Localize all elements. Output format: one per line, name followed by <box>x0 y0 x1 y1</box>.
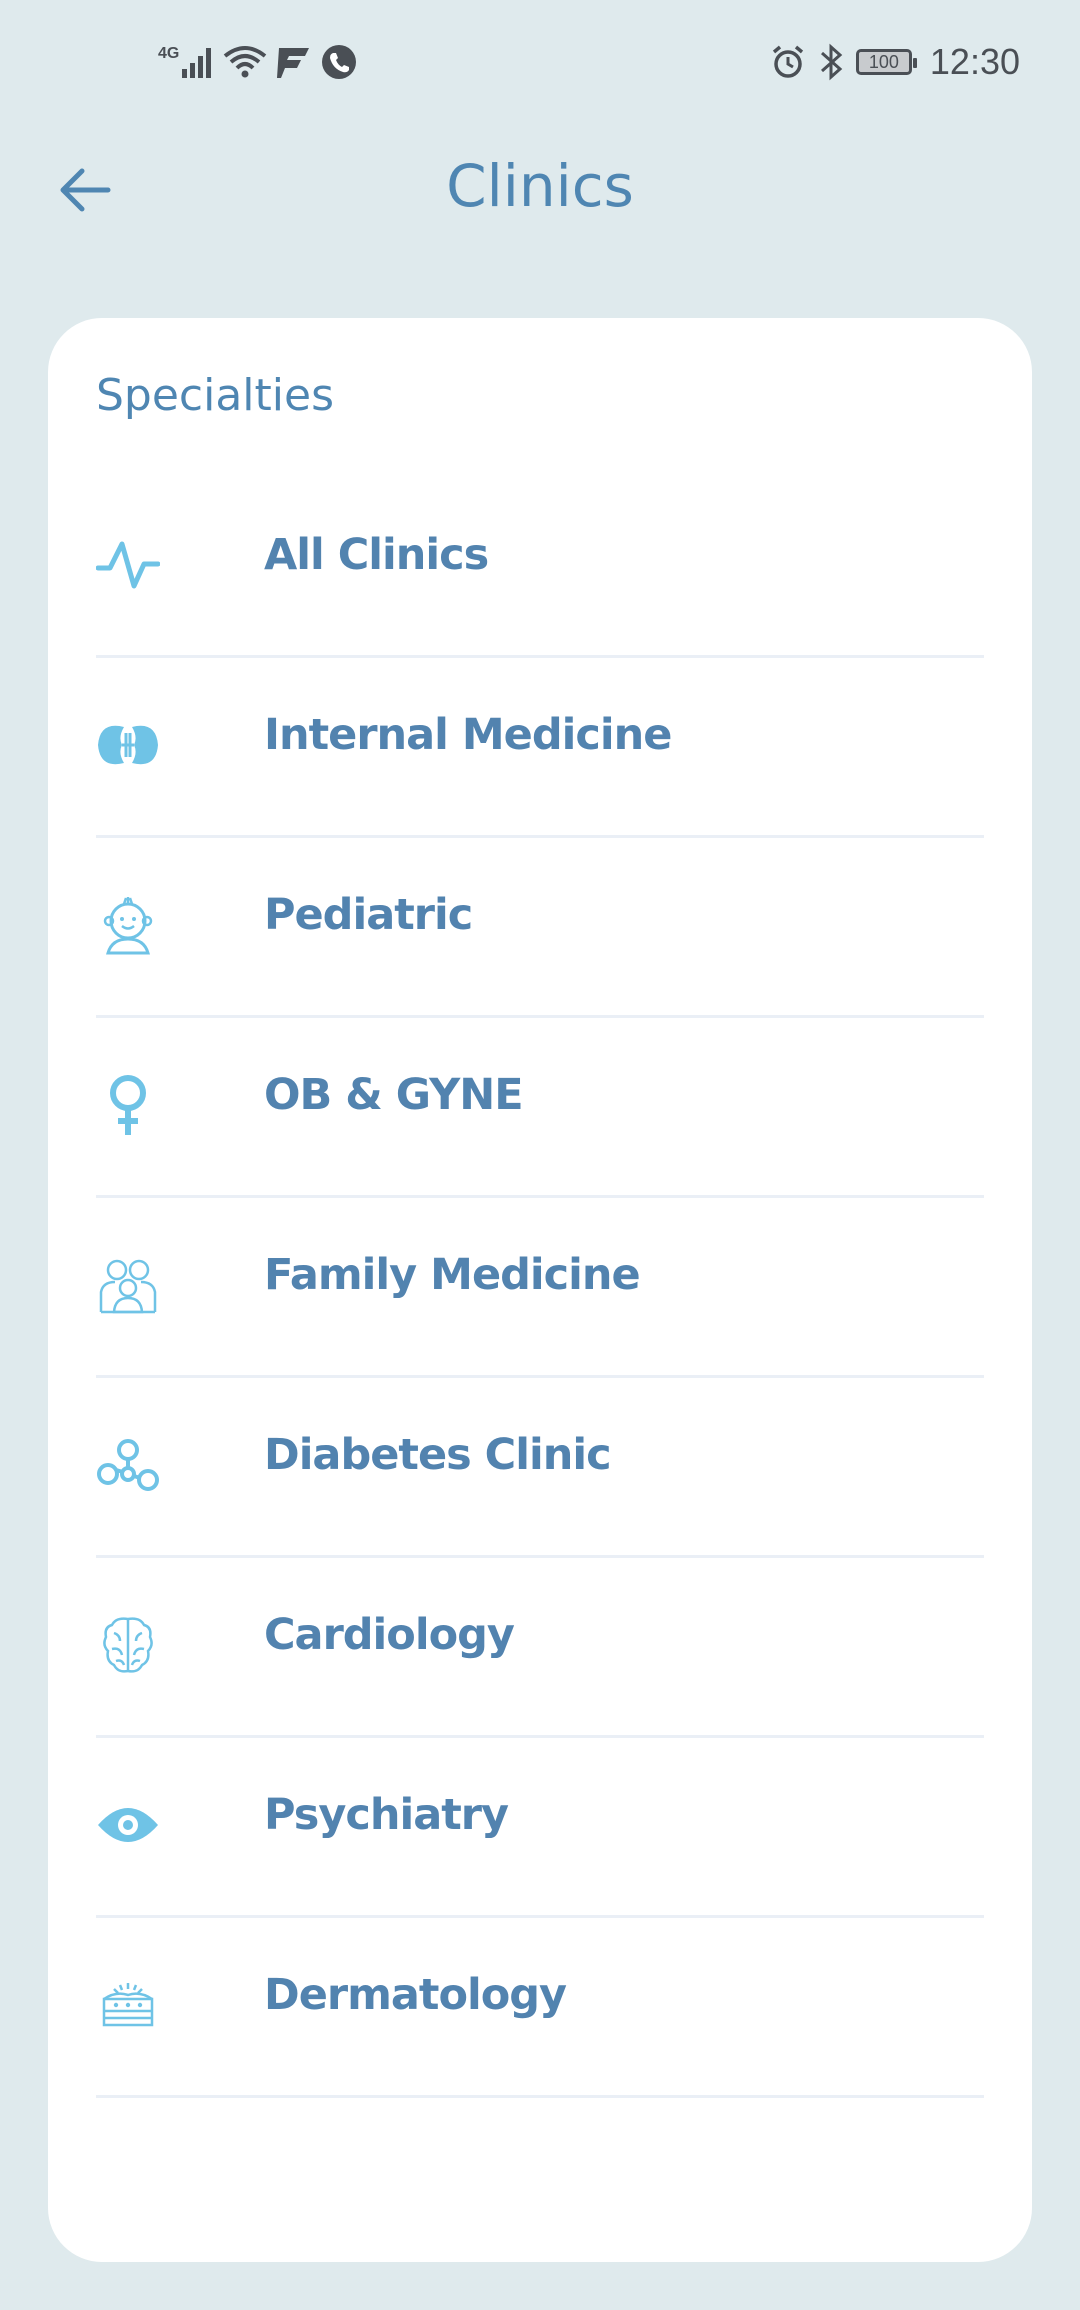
status-bar: 4G 100 12:30 <box>0 0 1080 120</box>
specialties-card: Specialties All Clinics Internal Medicin… <box>48 318 1032 2262</box>
app-bar: Clinics <box>0 130 1080 250</box>
bluetooth-icon <box>820 43 843 81</box>
wifi-icon <box>224 46 267 78</box>
list-item-all-clinics[interactable]: All Clinics <box>96 478 984 658</box>
list-item-label: Family Medicine <box>264 1250 641 1300</box>
list-item-label: All Clinics <box>264 530 489 580</box>
battery-icon: 100 <box>855 49 917 75</box>
molecule-icon <box>96 1433 160 1497</box>
skin-layers-icon <box>96 1973 160 2037</box>
clinics-screen: 4G 100 12:30 Clinics Specialties All Cli… <box>0 0 1080 2310</box>
status-right-icons: 100 12:30 <box>770 40 1020 84</box>
status-left-icons: 4G <box>158 40 357 84</box>
list-item-label: Dermatology <box>264 1970 567 2020</box>
flash-app-icon <box>277 48 310 78</box>
list-item-label: Diabetes Clinic <box>264 1430 612 1480</box>
network-type-label: 4G <box>158 45 180 62</box>
list-item-dermatology[interactable]: Dermatology <box>96 1918 984 2098</box>
kidneys-icon <box>96 713 160 777</box>
list-item-family-medicine[interactable]: Family Medicine <box>96 1198 984 1378</box>
activity-pulse-icon <box>96 533 160 597</box>
list-item-label: Internal Medicine <box>264 710 672 760</box>
list-item-ob-gyne[interactable]: OB & GYNE <box>96 1018 984 1198</box>
list-item-label: OB & GYNE <box>264 1070 524 1120</box>
cellular-signal-icon: 4G <box>158 45 215 79</box>
family-icon <box>96 1253 160 1317</box>
phone-call-icon <box>322 45 357 79</box>
list-item-pediatric[interactable]: Pediatric <box>96 838 984 1018</box>
list-item-cardiology[interactable]: Cardiology <box>96 1558 984 1738</box>
list-item-label: Psychiatry <box>264 1790 509 1840</box>
baby-face-icon <box>96 893 160 957</box>
list-item-diabetes-clinic[interactable]: Diabetes Clinic <box>96 1378 984 1558</box>
list-item-label: Cardiology <box>264 1610 515 1660</box>
list-item-label: Pediatric <box>264 890 473 940</box>
female-symbol-icon <box>96 1073 160 1137</box>
section-title: Specialties <box>96 370 335 421</box>
battery-level: 100 <box>868 51 899 72</box>
list-item-internal-medicine[interactable]: Internal Medicine <box>96 658 984 838</box>
status-time: 12:30 <box>929 41 1020 82</box>
page-title: Clinics <box>446 152 634 220</box>
list-item-psychiatry[interactable]: Psychiatry <box>96 1738 984 1918</box>
alarm-icon <box>772 45 804 78</box>
brain-icon <box>96 1613 160 1677</box>
eye-icon <box>96 1793 160 1857</box>
specialties-list: All Clinics Internal Medicine Pediatric … <box>96 478 984 2098</box>
